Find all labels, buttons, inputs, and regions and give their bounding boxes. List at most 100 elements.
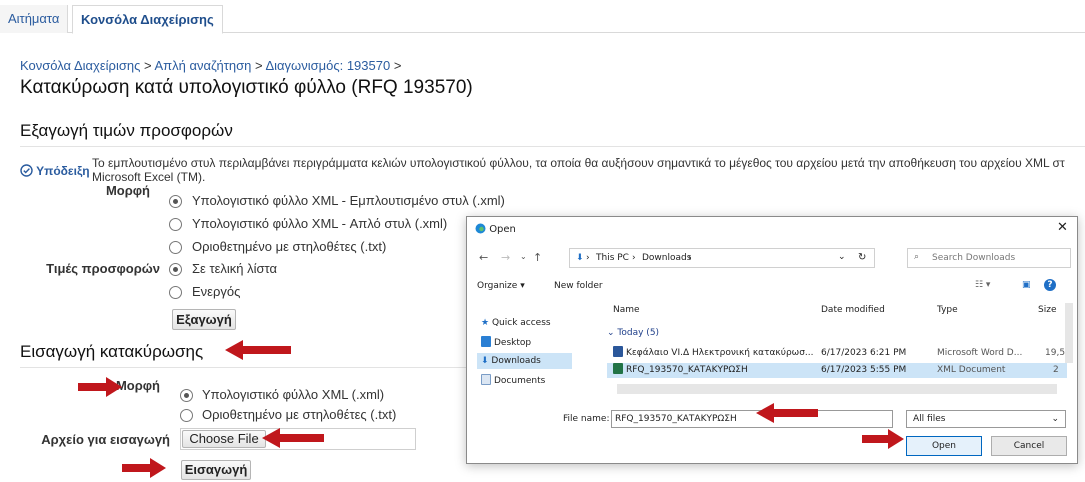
excel-xml-file-icon: [613, 363, 623, 374]
annotation-arrow-right: [122, 458, 166, 478]
up-arrow-icon[interactable]: ↑: [533, 251, 542, 264]
file-name-label: File name:: [563, 414, 610, 424]
tab-admin-console[interactable]: Κονσόλα Διαχείρισης: [72, 5, 223, 34]
address-this-pc[interactable]: This PC: [596, 253, 629, 263]
prices-radio-active[interactable]: [169, 286, 182, 299]
group-header[interactable]: ⌄ Today (5): [607, 328, 659, 338]
export-format-radio-rich[interactable]: [169, 195, 182, 208]
search-placeholder: Search Downloads: [932, 253, 1016, 263]
prices-option-shortlist: Σε τελική λίστα: [192, 261, 277, 276]
file-size: 2: [1053, 365, 1059, 375]
section-divider: [20, 146, 1085, 147]
navigation-pane: ★ Quick access Desktop ⬇ Downloads Docum…: [473, 303, 598, 403]
file-type: XML Document: [937, 365, 1006, 375]
hint-text-line2: Microsoft Excel (TM).: [92, 170, 206, 184]
close-icon[interactable]: ✕: [1057, 220, 1068, 235]
prices-option-active: Ενεργός: [192, 284, 241, 299]
export-format-radio-simple[interactable]: [169, 218, 182, 231]
section-divider: [20, 367, 470, 368]
search-box[interactable]: ⌕ Search Downloads: [907, 248, 1071, 268]
address-separator-icon: ›: [586, 253, 590, 263]
back-arrow-icon[interactable]: ←: [479, 251, 488, 264]
file-name-input[interactable]: RFQ_193570_ΚΑΤΑΚΥΡΩΣΗ: [611, 410, 893, 428]
file-type: Microsoft Word D...: [937, 348, 1023, 358]
import-format-radio-xml[interactable]: [180, 389, 193, 402]
nav-quick-access[interactable]: ★ Quick access: [481, 315, 551, 331]
export-format-option-tab: Οριοθετημένο με στηλοθέτες (.txt): [192, 239, 387, 254]
annotation-arrow-left: [225, 340, 291, 360]
word-file-icon: [613, 346, 623, 357]
file-name: Κεφάλαιο VI.Δ Ηλεκτρονική κατακύρωσ...: [613, 346, 813, 361]
recent-dropdown-icon[interactable]: ⌄: [520, 252, 527, 261]
chevron-down-icon: ⌄: [607, 328, 615, 338]
export-format-label: Μορφή: [105, 183, 150, 198]
dialog-title: Open: [475, 223, 516, 235]
address-bar[interactable]: ⬇ › This PC › Downloads › ⌄ ↻: [569, 248, 875, 268]
choose-file-button[interactable]: Choose File: [182, 430, 266, 448]
column-date-modified[interactable]: Date modified: [821, 305, 885, 315]
annotation-arrow-right: [78, 377, 122, 397]
import-file-label: Αρχείο για εισαγωγή: [41, 432, 170, 447]
organize-menu[interactable]: Organize ▾: [477, 281, 525, 291]
address-separator-icon: ›: [632, 253, 636, 263]
breadcrumb-link-tender[interactable]: Διαγωνισμός: 193570: [265, 58, 390, 73]
open-button[interactable]: Open: [906, 436, 982, 456]
preview-pane-icon[interactable]: ▣: [1022, 280, 1031, 290]
file-type-select[interactable]: All files ⌄: [906, 410, 1066, 428]
address-downloads[interactable]: Downloads: [642, 253, 691, 263]
import-format-radio-tab[interactable]: [180, 409, 193, 422]
horizontal-scrollbar[interactable]: [617, 384, 1057, 394]
check-circle-icon: [20, 164, 33, 177]
view-options-icon[interactable]: ☷ ▾: [975, 280, 990, 290]
forward-arrow-icon[interactable]: →: [501, 251, 510, 264]
breadcrumb: Κονσόλα Διαχείρισης > Απλή αναζήτηση > Δ…: [20, 58, 401, 73]
export-format-radio-tab[interactable]: [169, 241, 182, 254]
import-button[interactable]: Εισαγωγή: [181, 460, 251, 480]
column-name[interactable]: Name: [613, 305, 640, 315]
column-type[interactable]: Type: [937, 305, 958, 315]
file-row[interactable]: Κεφάλαιο VI.Δ Ηλεκτρονική κατακύρωσ... 6…: [607, 346, 1067, 361]
nav-desktop[interactable]: Desktop: [481, 335, 531, 351]
file-date: 6/17/2023 6:21 PM: [821, 348, 907, 358]
export-section-heading: Εξαγωγή τιμών προσφορών: [20, 121, 233, 140]
file-row[interactable]: RFQ_193570_ΚΑΤΑΚΥΡΩΣΗ 6/17/2023 5:55 PM …: [607, 363, 1067, 378]
export-button[interactable]: Εξαγωγή: [172, 309, 236, 330]
column-size[interactable]: Size: [1038, 305, 1056, 315]
breadcrumb-separator: >: [393, 58, 402, 73]
documents-icon: [481, 374, 491, 385]
hint-text-line1: Το εμπλουτισμένο στυλ περιλαμβάνει περιγ…: [92, 156, 1065, 170]
search-icon: ⌕: [914, 252, 920, 262]
prices-radio-shortlist[interactable]: [169, 263, 182, 276]
cancel-button[interactable]: Cancel: [991, 436, 1067, 456]
hint-label: Υπόδειξη: [20, 164, 90, 178]
import-format-option-tab: Οριοθετημένο με στηλοθέτες (.txt): [202, 407, 397, 422]
nav-downloads[interactable]: ⬇ Downloads: [477, 353, 572, 369]
annotation-arrow-left: [756, 403, 818, 423]
annotation-arrow-right: [862, 429, 904, 449]
breadcrumb-link-search[interactable]: Απλή αναζήτηση: [154, 58, 251, 73]
tab-requests[interactable]: Αιτήματα: [0, 5, 69, 33]
import-format-option-xml: Υπολογιστικό φύλλο XML (.xml): [202, 387, 385, 402]
address-separator-icon: ›: [688, 253, 692, 263]
tab-bar: Αιτήματα Κονσόλα Διαχείρισης: [0, 5, 1085, 34]
address-dropdown-icon[interactable]: ⌄: [838, 252, 846, 262]
import-section-heading: Εισαγωγή κατακύρωσης: [20, 342, 204, 361]
annotation-arrow-left: [262, 428, 324, 448]
export-format-option-rich: Υπολογιστικό φύλλο XML - Εμπλουτισμένο σ…: [192, 193, 505, 208]
breadcrumb-separator: >: [254, 58, 263, 73]
breadcrumb-link-console[interactable]: Κονσόλα Διαχείρισης: [20, 58, 140, 73]
vertical-scrollbar[interactable]: [1065, 303, 1073, 363]
help-icon[interactable]: ?: [1044, 279, 1056, 291]
open-file-dialog: Open ✕ ← → ⌄ ↑ ⬇ › This PC › Downloads ›…: [466, 216, 1078, 464]
page-title: Κατακύρωση κατά υπολογιστικό φύλλο (RFQ …: [20, 77, 473, 98]
export-format-option-simple: Υπολογιστικό φύλλο XML - Απλό στυλ (.xml…: [192, 216, 448, 231]
download-icon: ⬇: [481, 356, 489, 366]
nav-documents[interactable]: Documents: [481, 373, 545, 389]
desktop-icon: [481, 336, 491, 347]
star-icon: ★: [481, 318, 490, 328]
file-date: 6/17/2023 5:55 PM: [821, 365, 907, 375]
new-folder-button[interactable]: New folder: [554, 281, 603, 291]
refresh-icon[interactable]: ↻: [858, 252, 866, 263]
chevron-down-icon: ⌄: [1051, 414, 1059, 424]
export-prices-label: Τιμές προσφορών: [46, 261, 160, 276]
